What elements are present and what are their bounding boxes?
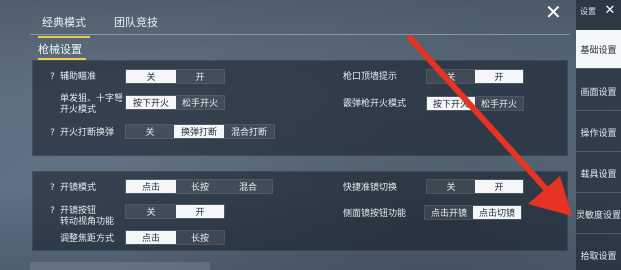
- fire-reload-interrupt-option[interactable]: 换弹打断: [174, 125, 224, 138]
- section-title-weapon-settings: 枪械设置: [38, 43, 86, 60]
- muzzle-hint-on-option[interactable]: 开: [475, 70, 523, 83]
- sidebar-item-vehicle-settings[interactable]: 载具设置: [576, 154, 621, 192]
- sidebar-item-sensitivity-settings[interactable]: 灵敏度设置: [576, 195, 621, 233]
- single-fire-release-option[interactable]: 松手开火: [176, 96, 224, 109]
- fire-reload-label: 开火打断换弹: [60, 128, 115, 138]
- single-fire-press-option[interactable]: 按下开火: [126, 96, 176, 109]
- single-fire-label-line1: 单发狙、十字弩: [60, 94, 124, 104]
- scope-button-label-line1: 开镜按钮: [60, 206, 97, 216]
- side-scope-switch-option[interactable]: 点击切镜: [473, 206, 521, 219]
- side-scope-toggle: 点击开镜 点击切镜: [424, 205, 522, 220]
- scope-mode-toggle: 点击 长按 混合: [125, 179, 273, 194]
- sidebar-divider: [576, 151, 621, 152]
- scope-button-label-line2: 转动视角功能: [60, 217, 115, 227]
- scope-button-on-option[interactable]: 开: [176, 205, 224, 218]
- focus-mode-tap-option[interactable]: 点击: [126, 231, 176, 244]
- shotgun-press-option[interactable]: 按下开火: [427, 97, 475, 110]
- tab-team-deathmatch[interactable]: 团队竞技: [106, 10, 166, 34]
- tabs-divider: [30, 34, 570, 35]
- scope-button-off-option[interactable]: 关: [126, 205, 176, 218]
- muzzle-hint-off-option[interactable]: 关: [427, 70, 475, 83]
- fire-reload-off-option[interactable]: 关: [126, 125, 174, 138]
- muzzle-hint-label: 枪口顶墙提示: [343, 72, 398, 82]
- help-icon[interactable]: ?: [50, 206, 55, 216]
- mode-tabs: 经典模式 团队竞技: [34, 10, 178, 38]
- quick-scope-toggle: 关 开: [426, 179, 524, 194]
- aim-assist-toggle: 关 开: [125, 69, 225, 84]
- scope-mode-mixed-option[interactable]: 混合: [224, 180, 272, 193]
- close-icon[interactable]: ✕: [545, 2, 562, 22]
- single-fire-mode-toggle: 按下开火 松手开火: [125, 95, 225, 110]
- sidebar-item-control-settings[interactable]: 操作设置: [576, 113, 621, 151]
- sidebar-divider: [576, 68, 621, 69]
- help-icon[interactable]: ?: [50, 128, 55, 138]
- scope-button-turn-toggle: 关 开: [125, 204, 225, 219]
- fire-reload-toggle: 关 换弹打断 混合打断: [125, 124, 275, 139]
- help-icon[interactable]: ?: [50, 183, 55, 193]
- scope-mode-tap-option[interactable]: 点击: [126, 180, 176, 193]
- muzzle-hint-toggle: 关 开: [426, 69, 524, 84]
- scope-mode-hold-option[interactable]: 长按: [176, 180, 224, 193]
- sidebar-divider: [576, 233, 621, 234]
- focus-mode-label: 调整焦距方式: [60, 234, 115, 244]
- fire-reload-mixed-option[interactable]: 混合打断: [224, 125, 274, 138]
- tab-classic-mode[interactable]: 经典模式: [34, 10, 94, 38]
- sidebar-item-basic-settings[interactable]: 基础设置: [576, 30, 621, 68]
- quick-scope-off-option[interactable]: 关: [427, 180, 475, 193]
- sidebar-divider: [576, 110, 621, 111]
- sidebar-divider: [576, 192, 621, 193]
- quick-scope-label: 快捷准镜切换: [343, 183, 398, 193]
- shotgun-fire-mode-toggle: 按下开火 松手开火: [426, 96, 524, 111]
- sidebar-item-pickup-settings[interactable]: 拾取设置: [576, 236, 621, 270]
- shotgun-fire-label: 霰弹枪开火模式: [343, 99, 407, 109]
- shotgun-release-option[interactable]: 松手开火: [475, 97, 523, 110]
- sidebar-close-icon[interactable]: ✕: [603, 4, 617, 18]
- aim-assist-label: 辅助瞄准: [60, 72, 97, 82]
- focus-mode-toggle: 点击 长按: [125, 230, 225, 245]
- aim-assist-on-option[interactable]: 开: [176, 70, 224, 83]
- single-fire-label-line2: 开火模式: [60, 105, 97, 115]
- quick-scope-on-option[interactable]: 开: [475, 180, 523, 193]
- scope-mode-label: 开镜模式: [60, 183, 97, 193]
- focus-mode-hold-option[interactable]: 长按: [176, 231, 224, 244]
- side-scope-open-option[interactable]: 点击开镜: [425, 206, 473, 219]
- aim-assist-off-option[interactable]: 关: [126, 70, 176, 83]
- sidebar-item-graphics-settings[interactable]: 画面设置: [576, 72, 621, 110]
- side-scope-label: 侧面镜按钮功能: [343, 209, 407, 219]
- bottom-hint-bar: [30, 262, 210, 270]
- help-icon[interactable]: ?: [50, 72, 55, 82]
- sidebar-header: 设置: [580, 7, 596, 16]
